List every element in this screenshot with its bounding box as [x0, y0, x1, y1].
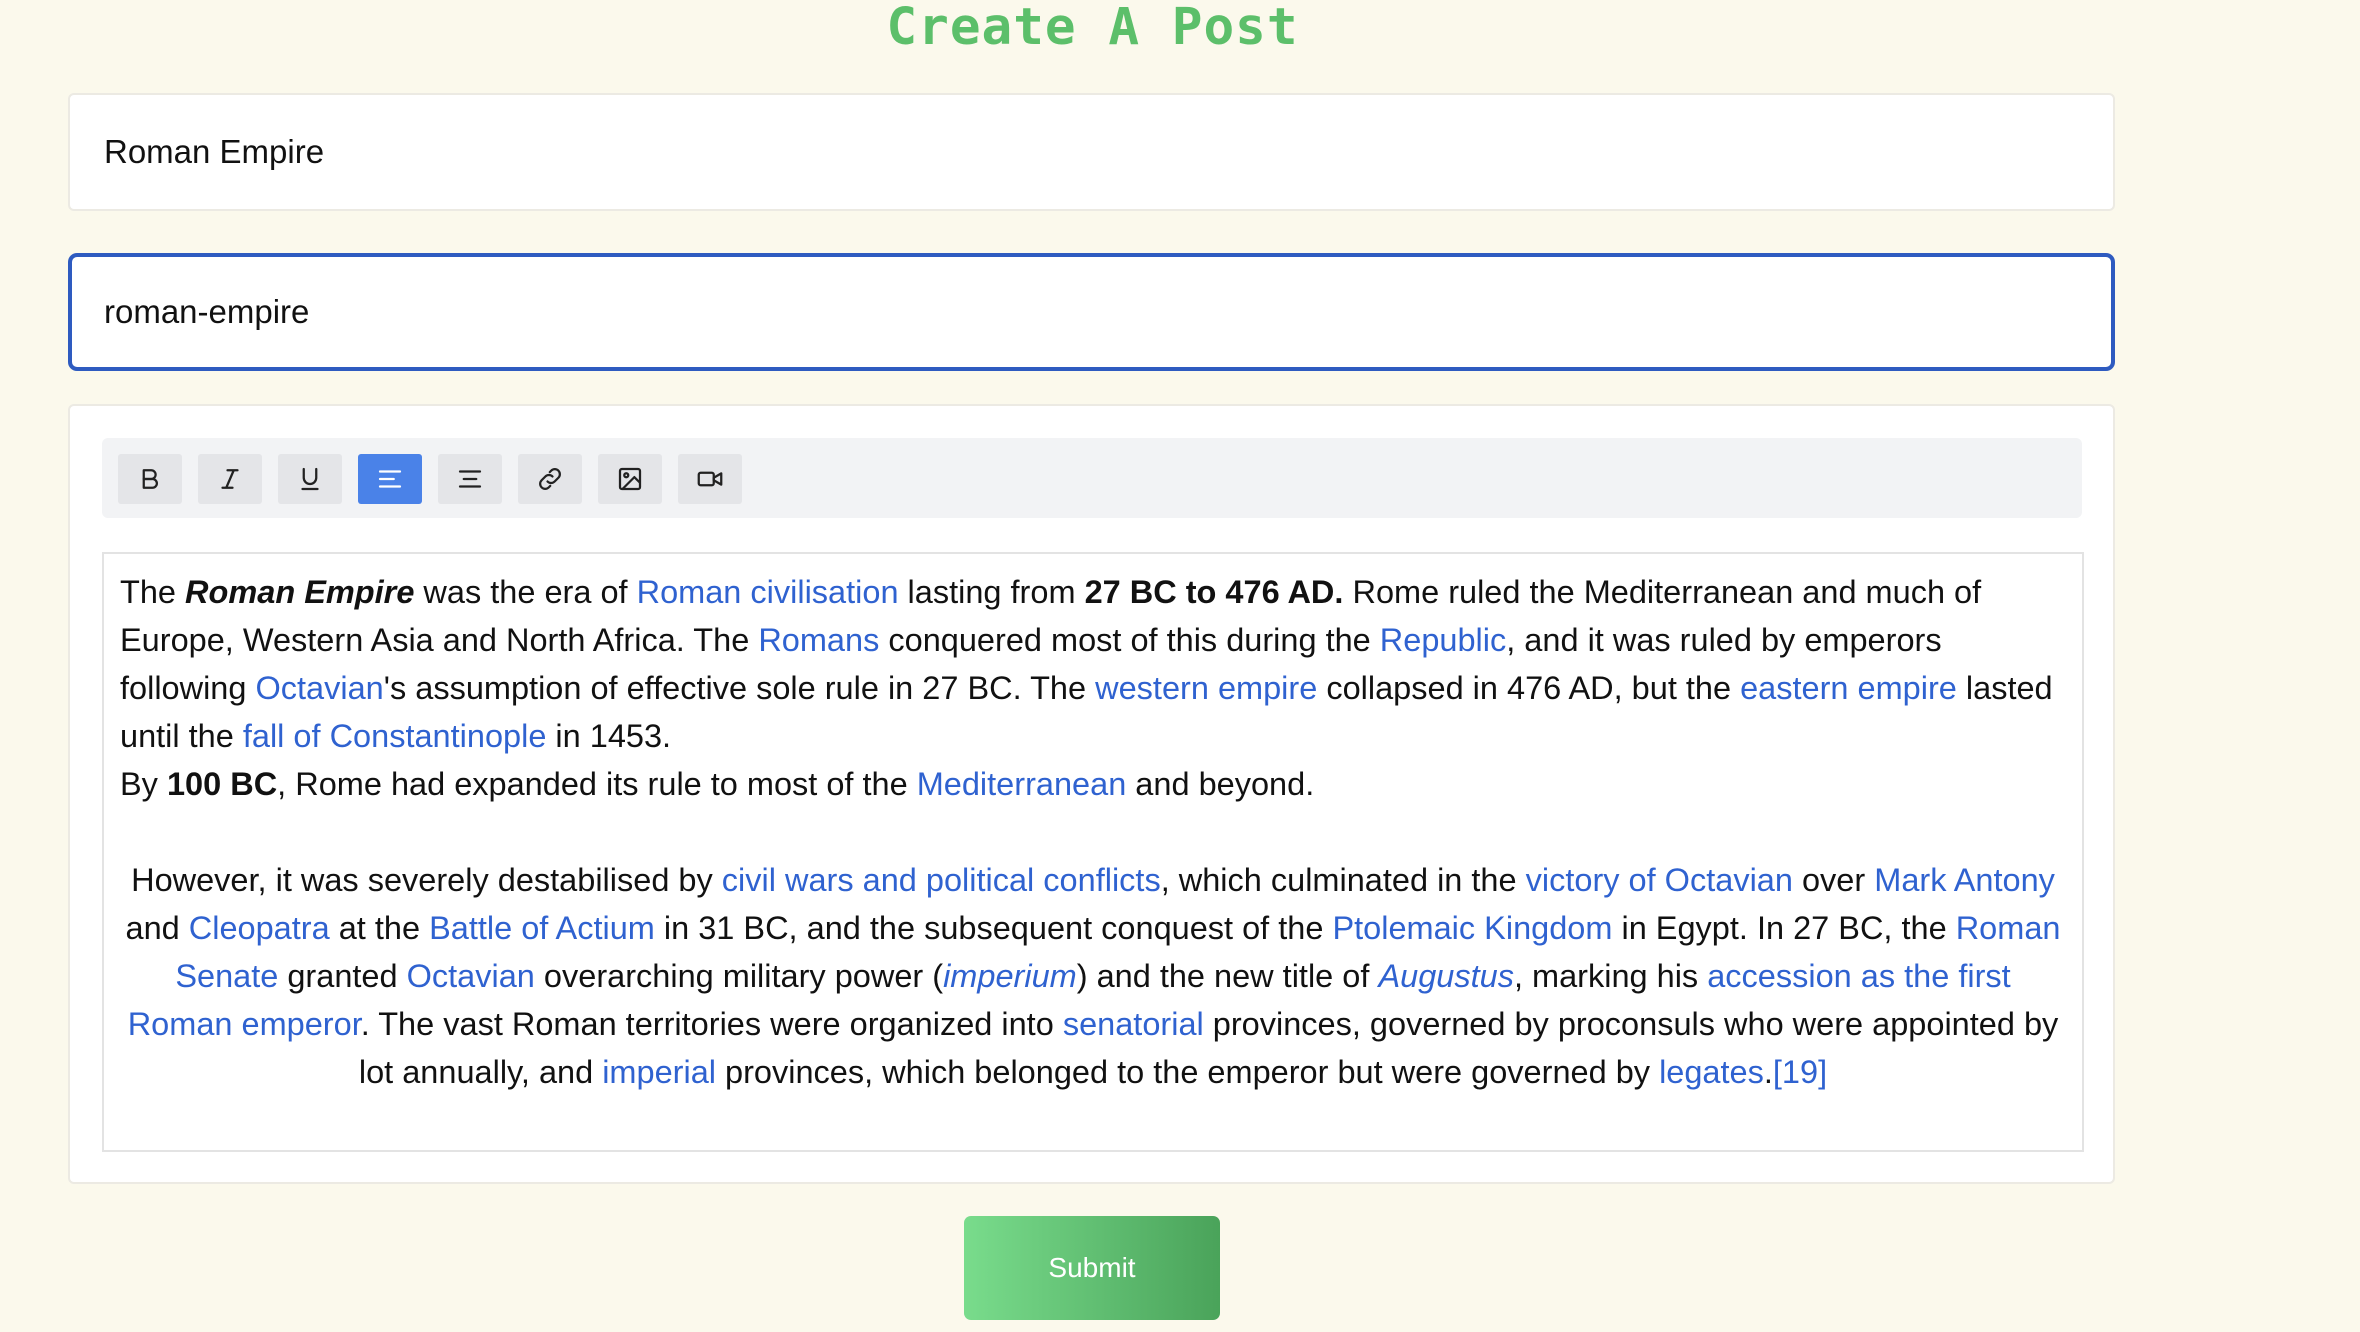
content-text: conquered most of this during the [879, 622, 1380, 658]
content-link[interactable]: legates [1659, 1054, 1764, 1090]
content-text: in 31 BC, and the subsequent conquest of… [654, 910, 1333, 946]
content-text: However, it was severely destabilised by [131, 862, 722, 898]
page-title: Create A Post [886, 0, 1299, 57]
content-link[interactable]: eastern empire [1740, 670, 1957, 706]
content-text: , Rome had expanded its rule to most of … [277, 766, 917, 802]
italic-icon [221, 469, 239, 489]
content-link[interactable]: Battle of Actium [429, 910, 655, 946]
content-link[interactable]: western empire [1095, 670, 1317, 706]
content-text: and beyond. [1126, 766, 1315, 802]
align-left-button[interactable] [358, 454, 422, 504]
content-text: lasting from [898, 574, 1085, 610]
content-text: granted [278, 958, 407, 994]
content-link[interactable]: senatorial [1063, 1006, 1204, 1042]
italic-button[interactable] [198, 454, 262, 504]
content-text: . The vast Roman territories were organi… [360, 1006, 1063, 1042]
content-text: overarching military power ( [534, 958, 944, 994]
content-text: over [1792, 862, 1875, 898]
underline-button[interactable] [278, 454, 342, 504]
align-center-button[interactable] [438, 454, 502, 504]
content-text: collapsed in 476 AD, but the [1317, 670, 1741, 706]
content-text: . [1763, 1054, 1773, 1090]
content-text: 27 BC to 476 AD. [1084, 574, 1344, 610]
content-link[interactable]: imperium [943, 958, 1077, 994]
content-link[interactable]: Romans [758, 622, 879, 658]
content-paragraph-2: By 100 BC, Rome had expanded its rule to… [120, 760, 2066, 808]
content-text: in 1453. [546, 718, 672, 754]
content-paragraph-3: However, it was severely destabilised by… [120, 856, 2066, 1096]
content-text: was the era of [414, 574, 637, 610]
content-paragraph-1: The Roman Empire was the era of Roman ci… [120, 568, 2066, 760]
align-left-icon [378, 470, 402, 488]
content-link[interactable]: [19] [1773, 1054, 1827, 1090]
content-link[interactable]: Ptolemaic Kingdom [1332, 910, 1612, 946]
link-button[interactable] [518, 454, 582, 504]
image-icon [618, 467, 642, 491]
title-input[interactable]: Roman Empire [68, 93, 2115, 211]
content-text: 100 BC [166, 766, 278, 802]
video-button[interactable] [678, 454, 742, 504]
content-link[interactable]: imperial [602, 1054, 716, 1090]
content-text: provinces, which belonged to the emperor… [716, 1054, 1660, 1090]
content-text: ) and the new title of [1076, 958, 1379, 994]
content-link[interactable]: Octavian [407, 958, 535, 994]
bold-button[interactable] [118, 454, 182, 504]
content-text: in Egypt. In 27 BC, the [1612, 910, 1956, 946]
content-link[interactable]: Mediterranean [917, 766, 1127, 802]
content-text: 's assumption of effective sole rule in … [383, 670, 1096, 706]
align-center-icon [458, 470, 482, 488]
editor-content[interactable]: The Roman Empire was the era of Roman ci… [102, 552, 2084, 1152]
content-text: and [125, 910, 189, 946]
rich-text-editor: The Roman Empire was the era of Roman ci… [68, 404, 2115, 1184]
content-link[interactable]: Augustus [1378, 958, 1514, 994]
title-input-value: Roman Empire [104, 133, 325, 170]
bold-icon [142, 469, 158, 489]
slug-input-value: roman-empire [104, 293, 310, 330]
content-text: , marking his [1513, 958, 1708, 994]
submit-button[interactable]: Submit [964, 1216, 1220, 1320]
content-text: Roman Empire [185, 574, 415, 610]
content-link[interactable]: Roman civilisation [637, 574, 899, 610]
content-text: By [120, 766, 167, 802]
content-link[interactable]: Mark Antony [1874, 862, 2055, 898]
image-button[interactable] [598, 454, 662, 504]
content-link[interactable]: Republic [1380, 622, 1506, 658]
content-link[interactable]: Octavian [256, 670, 384, 706]
content-text: , which culminated in the [1160, 862, 1526, 898]
underline-icon [301, 467, 319, 491]
content-text: at the [329, 910, 430, 946]
content-link[interactable]: fall of Constantinople [243, 718, 547, 754]
slug-input[interactable]: roman-empire [68, 253, 2115, 371]
link-icon [539, 468, 561, 490]
content-link[interactable]: victory of Octavian [1526, 862, 1793, 898]
video-icon [697, 471, 723, 487]
content-link[interactable]: civil wars and political conflicts [722, 862, 1161, 898]
content-text: The [120, 574, 186, 610]
content-link[interactable]: Cleopatra [189, 910, 330, 946]
editor-toolbar [102, 438, 2082, 518]
content-blank-line [120, 808, 2066, 856]
